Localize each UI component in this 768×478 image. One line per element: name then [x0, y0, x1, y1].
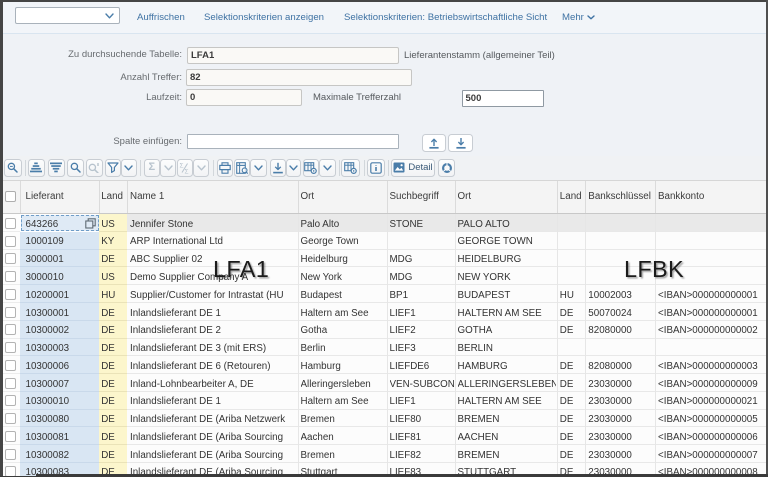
svg-text:Σ: Σ — [180, 162, 184, 169]
svg-text:Σ: Σ — [185, 168, 189, 174]
